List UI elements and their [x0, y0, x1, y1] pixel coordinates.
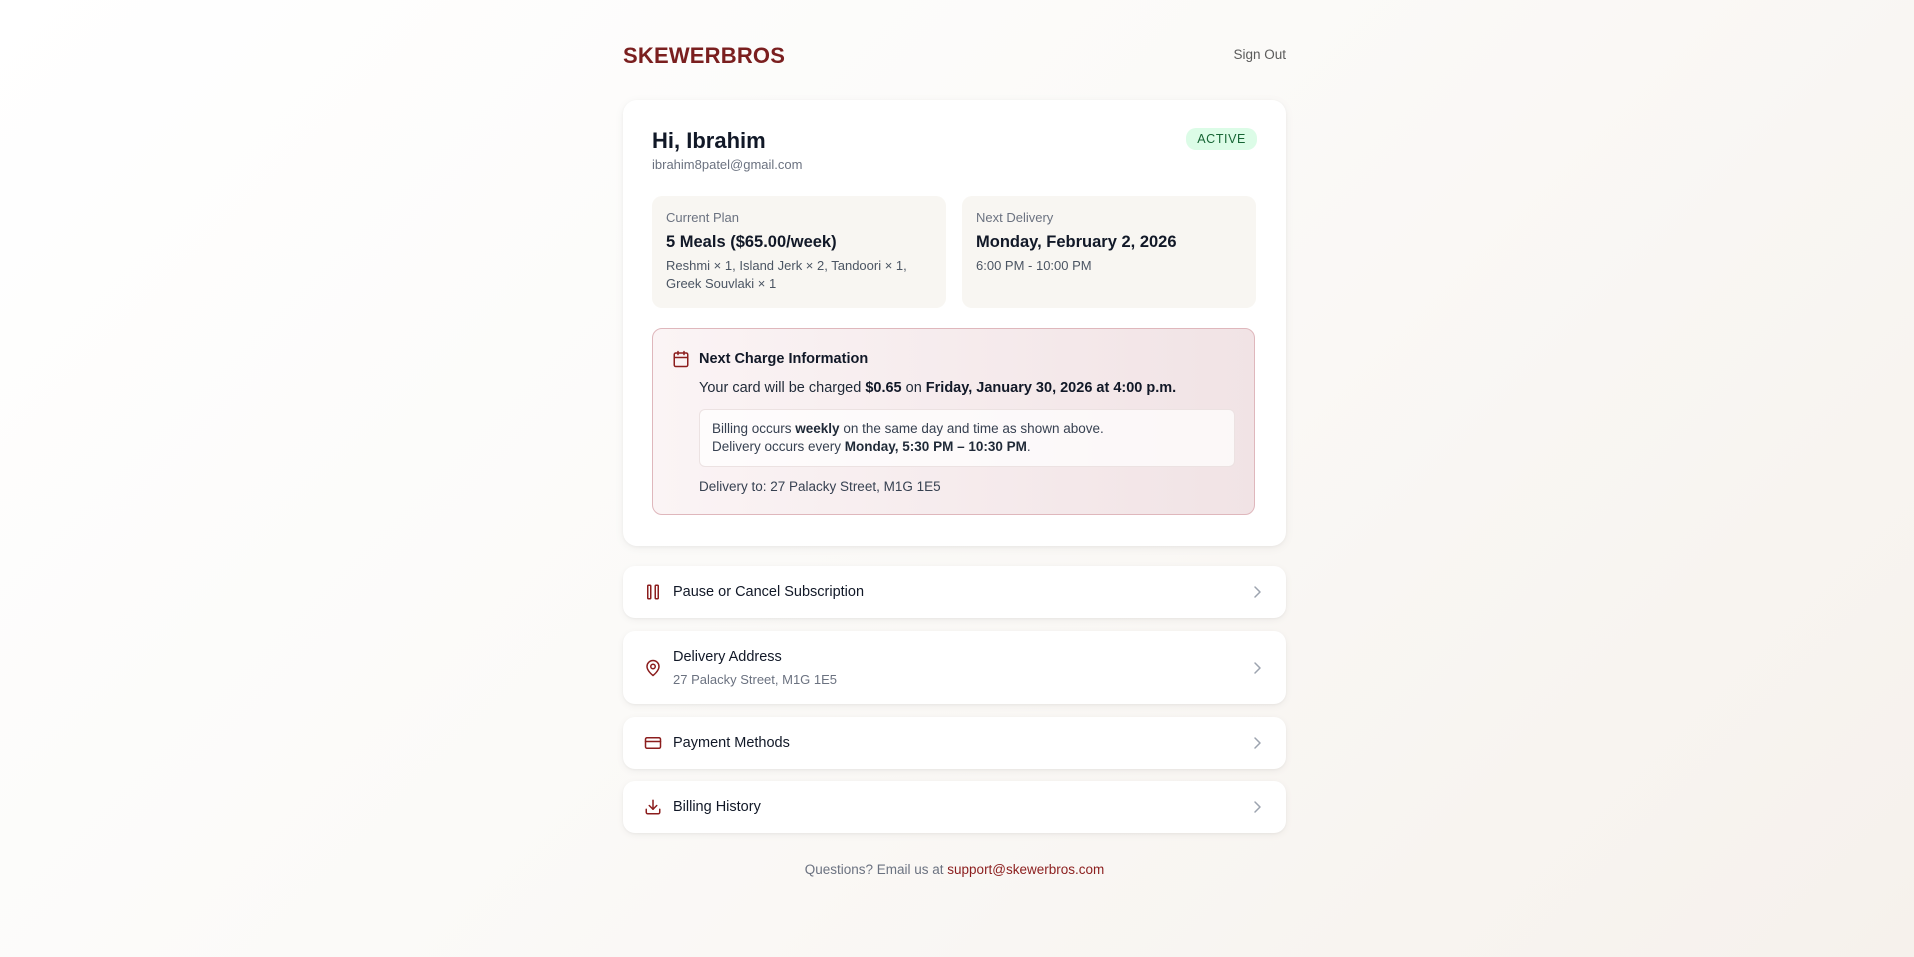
- current-plan-value: 5 Meals ($65.00/week): [666, 233, 837, 251]
- next-charge-title: Next Charge Information: [699, 351, 869, 367]
- footer: Questions? Email us at support@skewerbro…: [623, 862, 1286, 877]
- pause-cancel-label: Pause or Cancel Subscription: [673, 584, 865, 600]
- billing-history-label: Billing History: [673, 799, 761, 815]
- delivery-address-row[interactable]: Delivery Address 27 Palacky Street, M1G …: [623, 631, 1286, 704]
- delivery-address-value: 27 Palacky Street, M1G 1E5: [673, 672, 838, 687]
- charge-amount: $0.65: [865, 380, 902, 396]
- sign-out-link[interactable]: Sign Out: [1233, 47, 1286, 62]
- header: SKEWERBROS Sign Out: [623, 40, 1286, 70]
- map-pin-icon: [646, 659, 660, 677]
- billing-frequency-line: Billing occurs weekly on the same day an…: [712, 421, 1104, 436]
- next-charge-panel: Next Charge Information Your card will b…: [652, 328, 1255, 515]
- current-plan-label: Current Plan: [666, 210, 739, 225]
- credit-card-icon: [644, 737, 662, 749]
- calendar-icon: [673, 350, 689, 368]
- status-badge: ACTIVE: [1186, 128, 1257, 150]
- pause-cancel-row[interactable]: Pause or Cancel Subscription: [623, 566, 1286, 618]
- next-delivery-label: Next Delivery: [976, 210, 1054, 225]
- payment-methods-row[interactable]: Payment Methods: [623, 717, 1286, 769]
- payment-methods-label: Payment Methods: [673, 735, 790, 751]
- charge-datetime: Friday, January 30, 2026 at 4:00 p.m.: [925, 380, 1177, 396]
- footer-text: Questions? Email us at: [804, 862, 948, 877]
- support-email-link[interactable]: support@skewerbros.com: [947, 862, 1104, 877]
- greeting: Hi, Ibrahim: [652, 128, 766, 153]
- next-delivery-window: 6:00 PM - 10:00 PM: [976, 258, 1092, 273]
- brand-logo[interactable]: SKEWERBROS: [623, 43, 785, 69]
- account-email: ibrahim8patel@gmail.com: [652, 157, 803, 172]
- delivery-address-label: Delivery Address: [673, 649, 782, 665]
- next-delivery-box: Next Delivery Monday, February 2, 2026 6…: [962, 196, 1256, 308]
- billing-history-row[interactable]: Billing History: [623, 781, 1286, 833]
- next-delivery-date: Monday, February 2, 2026: [976, 233, 1177, 251]
- chevron-right-icon: [1254, 586, 1261, 598]
- current-plan-items: Reshmi × 1, Island Jerk × 2, Tandoori × …: [666, 258, 907, 291]
- next-charge-text: Your card will be charged $0.65 on Frida…: [699, 380, 1177, 396]
- download-icon: [645, 799, 661, 815]
- delivery-schedule-line: Delivery occurs every Monday, 5:30 PM – …: [712, 439, 1031, 454]
- charge-delivery-address: Delivery to: 27 Palacky Street, M1G 1E5: [699, 479, 941, 494]
- chevron-right-icon: [1254, 801, 1261, 813]
- current-plan-box: Current Plan 5 Meals ($65.00/week) Reshm…: [652, 196, 946, 308]
- billing-schedule-box: Billing occurs weekly on the same day an…: [699, 409, 1235, 467]
- chevron-right-icon: [1254, 737, 1261, 749]
- chevron-right-icon: [1254, 662, 1261, 674]
- pause-icon: [647, 584, 659, 600]
